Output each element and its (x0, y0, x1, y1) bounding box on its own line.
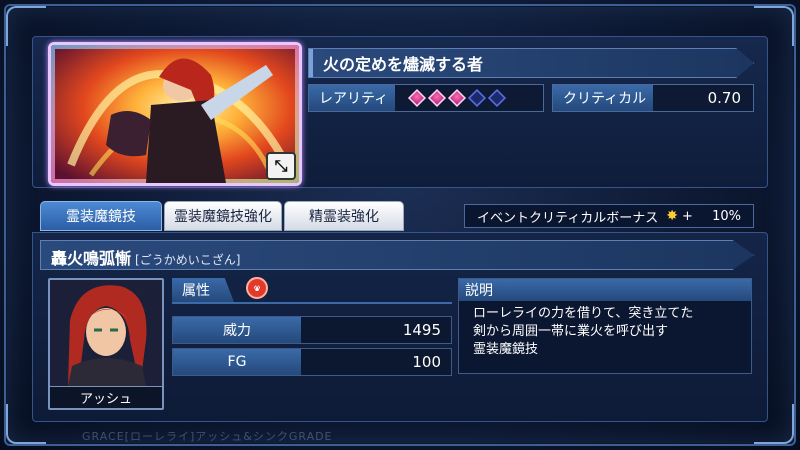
rarity-gem-filled-icon (407, 88, 427, 108)
card-artwork-image (51, 45, 299, 183)
critical-box: クリティカル 0.70 (552, 84, 754, 112)
rarity-gem-filled-icon (427, 88, 447, 108)
rarity-gems (395, 85, 507, 111)
description-line: 霊装魔鏡技 (473, 342, 539, 357)
attribute-label: 属性 (172, 278, 234, 302)
watermark: GRACE[ローレライ]アッシュ&シンクGRADE (82, 430, 333, 443)
fg-row: FG 100 (172, 348, 452, 376)
avatar (50, 280, 162, 386)
rarity-label: レアリティ (309, 85, 395, 111)
description-line: ローレライの力を借りて、突き立てた (473, 306, 694, 321)
critical-value: 0.70 (707, 89, 741, 107)
power-row: 威力 1495 (172, 316, 452, 344)
description-line: 剣から周囲一帯に業火を呼び出す (473, 324, 669, 339)
fg-label: FG (173, 349, 301, 375)
spark-icon: ✸ (666, 208, 678, 224)
bonus-label: イベントクリティカルボーナス (477, 210, 659, 226)
character-portrait[interactable]: アッシュ (48, 278, 164, 410)
power-label: 威力 (173, 317, 301, 343)
skill-name: 轟火鳴弧慚 (51, 249, 132, 268)
rarity-gem-filled-icon (447, 88, 467, 108)
fg-value: 100 (412, 353, 441, 371)
critical-label: クリティカル (553, 85, 653, 111)
description-box: 説明 ローレライの力を借りて、突き立てた 剣から周囲一帯に業火を呼び出す 霊装魔… (458, 278, 752, 374)
rarity-gem-empty-icon (487, 88, 507, 108)
description-header: 説明 (459, 279, 751, 301)
tab-skill-enhance[interactable]: 霊装魔鏡技強化 (164, 201, 282, 231)
event-critical-bonus: イベントクリティカルボーナス ✸ + 10% (464, 204, 754, 228)
description-text: ローレライの力を借りて、突き立てた 剣から周囲一帯に業火を呼び出す 霊装魔鏡技 (459, 301, 751, 363)
expand-arrows-icon[interactable]: ⤡ (266, 152, 296, 180)
skill-reading: [ごうかめいこざん] (135, 253, 241, 267)
rarity-gem-empty-icon (467, 88, 487, 108)
bonus-value: 10% (712, 208, 741, 224)
tab-skill[interactable]: 霊装魔鏡技 (40, 201, 162, 231)
card-title-bar: 火の定めを燼滅する者 (308, 48, 754, 78)
power-value: 1495 (402, 321, 441, 339)
attribute-underline (172, 302, 452, 304)
skill-title-bar: 轟火鳴弧慚 [ごうかめいこざん] (40, 240, 754, 270)
character-name: アッシュ (50, 386, 162, 408)
tab-spirit-enhance[interactable]: 精霊装強化 (284, 201, 404, 231)
card-title: 火の定めを燼滅する者 (323, 55, 484, 74)
card-artwork[interactable] (48, 42, 302, 186)
rarity-box: レアリティ (308, 84, 544, 112)
bonus-plus: + (681, 208, 693, 224)
fire-element-icon: 🜂 (246, 277, 268, 299)
